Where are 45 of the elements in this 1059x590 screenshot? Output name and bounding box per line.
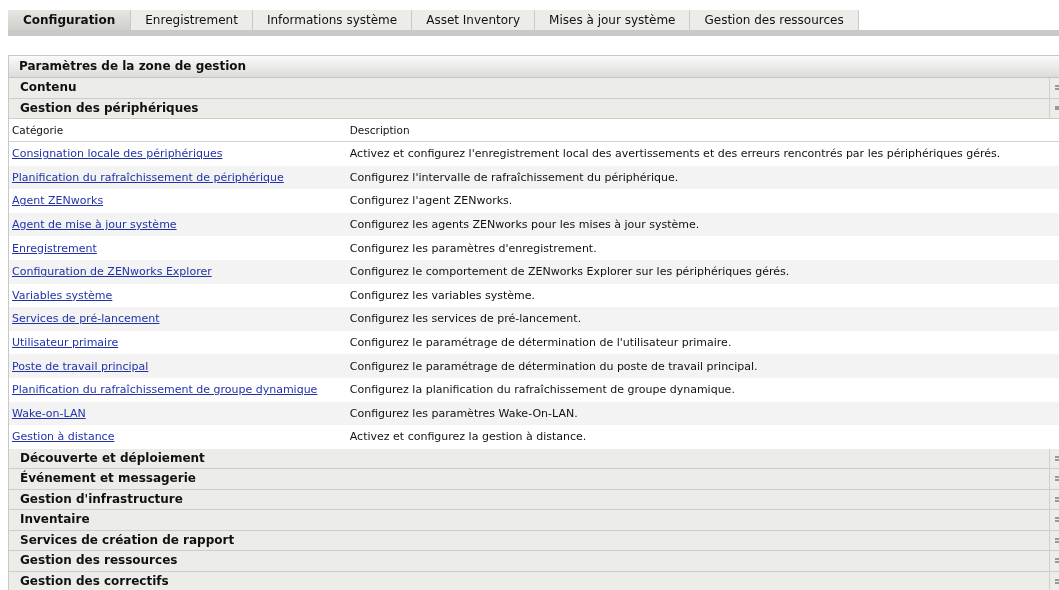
tab[interactable]: Gestion des ressources [690, 10, 859, 30]
tab[interactable]: Asset Inventory [412, 10, 536, 30]
section-header[interactable]: Événement et messagerie [9, 469, 1059, 490]
toggle-icon[interactable] [1049, 551, 1059, 571]
description-text: Configurez les agents ZENworks pour les mises à jour système. [346, 212, 1059, 237]
category-link[interactable]: Enregistrement [12, 241, 97, 255]
section-header[interactable]: Gestion des périphériques [9, 98, 1059, 119]
description-text: Configurez les services de pré-lancement. [346, 307, 1059, 331]
toggle-icon[interactable] [1049, 489, 1059, 510]
category-link[interactable]: Consignation locale des périphériques [12, 147, 223, 161]
toggle-icon[interactable] [1049, 469, 1059, 489]
description-text: Configurez les paramètres d'enregistrement. [346, 236, 1059, 260]
section-header[interactable]: Découverte et déploiement [9, 448, 1059, 470]
toggle-icon[interactable] [1049, 571, 1059, 590]
toggle-icon[interactable] [1049, 530, 1059, 551]
tab[interactable]: Mises à jour système [535, 10, 691, 30]
description-text: Configurez le comportement de ZENworks Explorer sur les périphériques gérés. [346, 259, 1059, 284]
toggle-icon[interactable] [1049, 98, 1059, 118]
section-header[interactable]: Gestion des ressources [9, 551, 1059, 572]
section-header[interactable]: Services de création de rapport [9, 530, 1059, 552]
category-link[interactable]: Utilisateur primaire [12, 336, 119, 350]
description-text: Activez et configurez la gestion à distance. [346, 425, 1059, 449]
description-text: Configurez les variables système. [346, 283, 1059, 308]
category-link[interactable]: Agent ZENworks [12, 194, 104, 208]
toggle-icon[interactable] [1049, 448, 1059, 469]
section-header[interactable]: Inventaire [9, 510, 1059, 531]
description-text: Configurez le paramétrage de détermination du poste de travail principal. [346, 354, 1059, 378]
section-header[interactable]: Contenu [9, 78, 1059, 99]
tab[interactable]: Enregistrement [131, 10, 253, 30]
description-text: Configurez la planification du rafraîchissement de groupe dynamique. [346, 377, 1059, 402]
toggle-icon[interactable] [1049, 510, 1059, 530]
category-link[interactable]: Gestion à distance [12, 430, 115, 444]
description-text: Configurez l'intervalle de rafraîchissement du périphérique. [346, 165, 1059, 190]
category-link[interactable]: Wake-on-LAN [12, 406, 86, 420]
description-text: Activez et configurez l'enregistrement local des avertissements et des erreurs rencontrés par les périphériques gérés. [346, 141, 1059, 166]
description-text: Configurez l'agent ZENworks. [346, 189, 1059, 213]
panel-title: Paramètres de la zone de gestion [9, 56, 1059, 78]
category-link[interactable]: Planification du rafraîchissement de groupe dynamique [12, 383, 318, 397]
section-header[interactable]: Gestion d'infrastructure [9, 489, 1059, 511]
description-text: Configurez les paramètres Wake-On-LAN. [346, 401, 1059, 426]
tab[interactable]: Informations système [252, 10, 413, 30]
category-link[interactable]: Variables système [12, 288, 113, 302]
description-text: Configurez le paramétrage de détermination de l'utilisateur primaire. [346, 330, 1059, 355]
tab[interactable]: Configuration [8, 10, 132, 30]
toggle-icon[interactable] [1049, 78, 1059, 98]
